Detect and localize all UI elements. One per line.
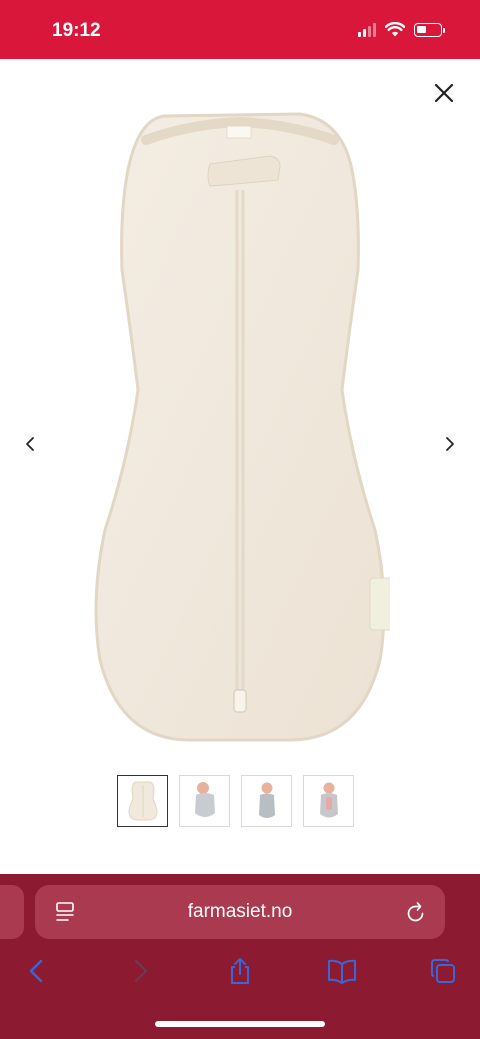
thumbnail-baby-image bbox=[194, 782, 215, 817]
chevron-left-icon bbox=[26, 437, 34, 451]
reload-icon[interactable] bbox=[405, 900, 427, 924]
forward-icon bbox=[134, 959, 148, 983]
share-button[interactable] bbox=[225, 956, 255, 986]
thumbnail-strip bbox=[117, 775, 354, 827]
thumbnail[interactable] bbox=[117, 775, 168, 827]
forward-button[interactable] bbox=[125, 956, 155, 986]
product-image bbox=[94, 112, 390, 742]
status-time: 19:12 bbox=[52, 20, 101, 41]
thumbnail[interactable] bbox=[241, 775, 292, 827]
previous-image-button[interactable] bbox=[18, 430, 42, 458]
back-icon bbox=[29, 959, 43, 983]
home-indicator[interactable] bbox=[155, 1021, 325, 1027]
bookmarks-icon bbox=[328, 959, 356, 984]
tabs-icon bbox=[431, 959, 455, 983]
cellular-signal-icon bbox=[358, 22, 376, 37]
address-bar[interactable]: farmasiet.no bbox=[35, 885, 445, 939]
thumbnail-baby-image bbox=[258, 782, 275, 818]
close-icon bbox=[434, 83, 454, 103]
battery-icon bbox=[414, 22, 445, 37]
status-icons bbox=[358, 22, 445, 37]
status-bar: 19:12 bbox=[0, 0, 480, 59]
thumbnail[interactable] bbox=[179, 775, 230, 827]
bookmarks-button[interactable] bbox=[326, 956, 356, 986]
wifi-icon bbox=[385, 22, 405, 37]
thumbnail-baby-image bbox=[319, 782, 338, 818]
close-button[interactable] bbox=[430, 79, 458, 107]
chevron-right-icon bbox=[446, 437, 454, 451]
previous-tab-preview[interactable] bbox=[0, 885, 24, 939]
browser-toolbar: farmasiet.no bbox=[0, 874, 480, 1039]
url-text: farmasiet.no bbox=[187, 901, 293, 922]
thumbnail[interactable] bbox=[303, 775, 354, 827]
tabs-button[interactable] bbox=[428, 956, 458, 986]
next-image-button[interactable] bbox=[438, 430, 462, 458]
share-icon bbox=[231, 958, 249, 984]
thumbnail-swaddle-image bbox=[127, 781, 158, 821]
back-button[interactable] bbox=[22, 956, 52, 986]
